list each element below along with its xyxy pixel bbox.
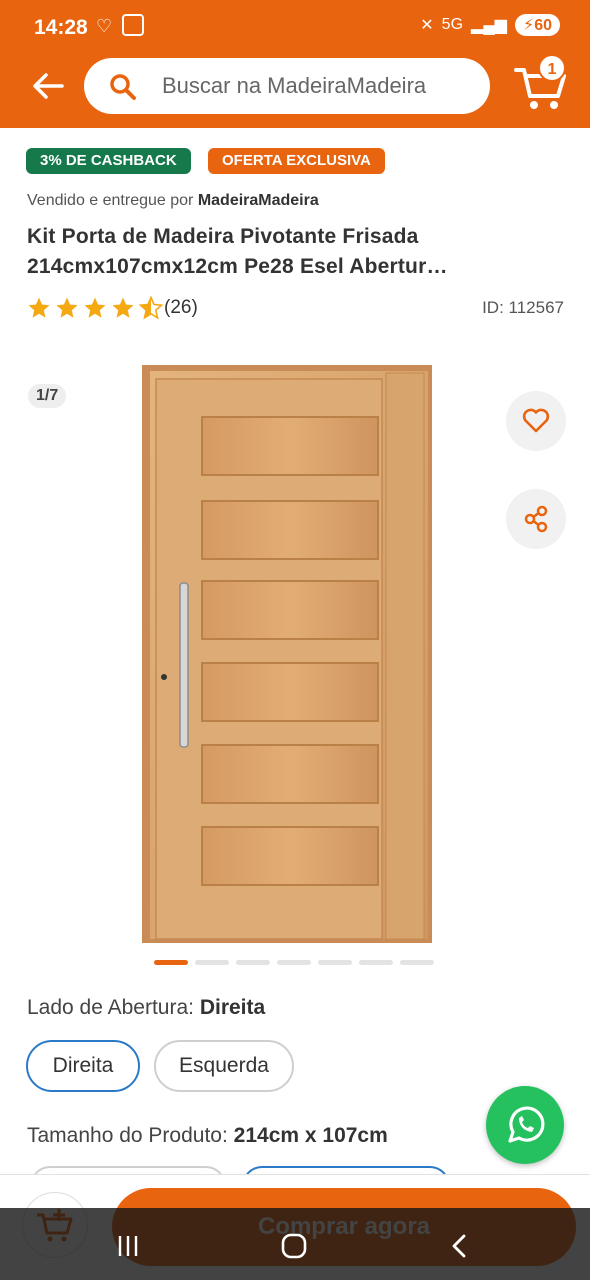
home-icon[interactable]	[274, 1226, 314, 1266]
pagination-dot[interactable]	[400, 960, 434, 965]
opening-side-label: Lado de Abertura: Direita	[27, 996, 265, 1020]
recent-apps-icon[interactable]	[108, 1226, 148, 1266]
search-input[interactable]: Buscar na MadeiraMadeira	[84, 58, 490, 114]
share-button[interactable]	[506, 489, 566, 549]
whatsapp-button[interactable]	[486, 1086, 564, 1164]
status-bar: 14:28 ♡ ✕ 5G ▂▄▆ ⚡60	[0, 0, 590, 56]
review-count[interactable]: (26)	[164, 297, 198, 319]
heart-icon: ♡	[96, 16, 113, 36]
status-time: 14:28	[34, 16, 88, 39]
battery-indicator: ⚡60	[514, 14, 560, 36]
network-label: 5G	[441, 16, 464, 33]
product-image[interactable]	[142, 365, 432, 943]
heart-outline-icon	[522, 408, 550, 433]
seller-prefix: Vendido e entregue por	[27, 192, 194, 209]
star-half-icon	[139, 296, 163, 320]
star-full-icon	[112, 297, 134, 318]
pagination-dot[interactable]	[236, 960, 270, 965]
product-size-label: Tamanho do Produto: 214cm x 107cm	[27, 1124, 388, 1148]
system-back-icon[interactable]	[440, 1226, 480, 1266]
offer-badge: OFERTA EXCLUSIVA	[208, 148, 385, 174]
screenshot-icon	[122, 14, 144, 36]
product-id: ID: 112567	[482, 298, 564, 317]
cashback-badge: 3% DE CASHBACK	[26, 148, 191, 174]
pagination-dot-active[interactable]	[154, 960, 188, 965]
search-placeholder: Buscar na MadeiraMadeira	[162, 73, 427, 98]
product-size-value: 214cm x 107cm	[233, 1124, 388, 1147]
favorite-button[interactable]	[506, 391, 566, 451]
pagination-dot[interactable]	[195, 960, 229, 965]
seller-info: Vendido e entregue por MadeiraMadeira	[27, 192, 319, 210]
share-icon	[524, 505, 548, 533]
star-full-icon	[56, 297, 78, 318]
product-title: Kit Porta de Madeira Pivotante Frisada 2…	[27, 225, 448, 278]
pagination-dot[interactable]	[318, 960, 352, 965]
system-nav-bar	[0, 1208, 590, 1280]
status-indicators: ✕ 5G ▂▄▆ ⚡60	[420, 14, 560, 36]
battery-level: 60	[534, 17, 552, 34]
signal-icon: ▂▄▆	[471, 17, 507, 34]
rating-stars[interactable]	[27, 296, 163, 320]
opening-side-title: Lado de Abertura:	[27, 996, 194, 1019]
back-arrow-icon[interactable]	[28, 66, 68, 106]
pagination-dot[interactable]	[359, 960, 393, 965]
star-full-icon	[84, 297, 106, 318]
app-header: 14:28 ♡ ✕ 5G ▂▄▆ ⚡60 Buscar na MadeiraMa…	[0, 0, 590, 128]
whatsapp-icon	[508, 1106, 545, 1143]
product-size-title: Tamanho do Produto:	[27, 1124, 228, 1147]
mute-icon: ✕	[420, 17, 434, 34]
seller-name[interactable]: MadeiraMadeira	[198, 192, 319, 209]
pagination-dot[interactable]	[277, 960, 311, 965]
opening-side-value: Direita	[199, 996, 266, 1019]
image-counter: 1/7	[28, 384, 67, 408]
star-full-icon	[28, 297, 50, 318]
gallery-pagination[interactable]	[154, 960, 434, 965]
option-esquerda[interactable]: Esquerda	[154, 1040, 294, 1092]
option-direita[interactable]: Direita	[26, 1040, 140, 1092]
cart-count-badge: 1	[538, 54, 566, 82]
search-icon	[110, 74, 136, 100]
